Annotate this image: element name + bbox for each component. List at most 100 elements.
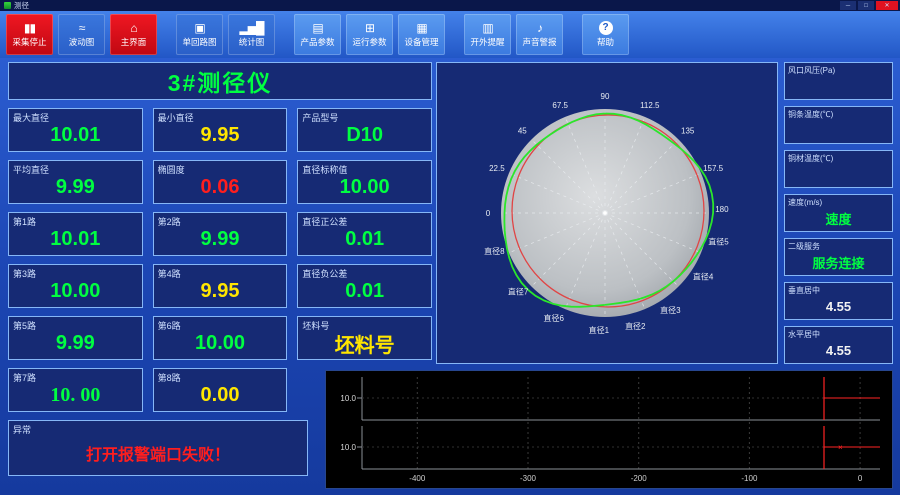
measurement-cell: 直径负公差 0.01: [297, 264, 432, 308]
sound-icon: ♪: [537, 21, 543, 35]
toolbar-run-button[interactable]: ⊞ 运行参数: [346, 14, 393, 55]
x-tick-label: -200: [631, 474, 648, 483]
polar-path-label: 直径2: [625, 321, 646, 331]
status-panel: 铜条温度(℃): [784, 106, 893, 144]
run-icon: ⊞: [364, 21, 375, 35]
cell-value: 9.99: [55, 175, 95, 198]
toolbar-button-label: 统计图: [238, 37, 265, 47]
measurement-cell: 第3路 10.00: [8, 264, 143, 308]
polar-path-label: 直径8: [484, 246, 505, 256]
trend-chart-panel: -400 -300 -200 -100 0 10.0 10.0 ×: [325, 370, 893, 489]
panel-value: [785, 73, 892, 99]
trend-background: [326, 371, 892, 488]
toolbar-home-button[interactable]: ⌂ 主界面: [110, 14, 157, 55]
toolbar-wave-button[interactable]: ≈ 波动图: [58, 14, 105, 55]
close-button[interactable]: ✕: [876, 1, 898, 10]
cell-value: D10: [346, 123, 384, 146]
trend-chart-svg: -400 -300 -200 -100 0 10.0 10.0 ×: [326, 371, 892, 488]
toolbar-button-label: 产品参数: [300, 37, 335, 47]
measurement-cell: 第8路 0.00: [152, 368, 288, 412]
toolbar-sound-button[interactable]: ♪ 声音警报: [516, 14, 563, 55]
toolbar-button-label: 设备管理: [404, 37, 439, 47]
polar-angle-label: 90: [601, 92, 610, 101]
toolbar-product-button[interactable]: ▤ 产品参数: [294, 14, 341, 55]
alarm-box: 异常 打开报警端口失败！: [8, 420, 308, 476]
measurement-cell: 直径标称值 10.00: [297, 160, 432, 204]
polar-chart-panel: 90 112.5 135 157.5 180 67.5 45 22.5 0 直径5 直径4 直径3 直径…: [436, 62, 778, 364]
x-tick-label: -300: [520, 474, 537, 483]
gauge-title: 3#测径仪: [8, 62, 432, 100]
status-panel: 二级服务 服务连接: [784, 238, 893, 276]
cell-value: 0.01: [345, 279, 385, 302]
measurement-cell: 第5路 9.99: [8, 316, 143, 360]
polar-path-label: 直径1: [589, 325, 610, 335]
measurement-cell: 坯料号 坯料号: [297, 316, 432, 360]
polar-path-label: 直径5: [708, 236, 729, 246]
toolbar-device-button[interactable]: ▦ 设备管理: [398, 14, 445, 55]
polar-angle-label: 157.5: [703, 164, 724, 173]
loop-icon: ▣: [194, 21, 205, 35]
polar-path-label: 直径7: [508, 286, 529, 296]
measurement-cell: 直径正公差 0.01: [297, 212, 432, 256]
x-tick-label: -400: [409, 474, 426, 483]
minimize-button[interactable]: ─: [840, 1, 856, 10]
panel-value: 服务连接: [812, 255, 865, 271]
measurement-cell: 最小直径 9.95: [152, 108, 288, 152]
app-icon: [4, 2, 11, 9]
polar-angle-label: 22.5: [489, 164, 505, 173]
measurement-cell: 第2路 9.99: [152, 212, 288, 256]
cell-value: 0.00: [200, 383, 240, 406]
status-panel: 垂直居中 4.55: [784, 282, 893, 320]
cell-value: 9.95: [200, 279, 240, 302]
polar-path-label: 直径3: [660, 305, 681, 315]
cell-value: 9.99: [55, 331, 95, 354]
toolbar-loop-button[interactable]: ▣ 单回路图: [176, 14, 223, 55]
toolbar-button-label: 运行参数: [352, 37, 387, 47]
toolbar-button-label: 主界面: [120, 37, 147, 47]
status-panel: 水平居中 4.55: [784, 326, 893, 364]
cell-value: 10.00: [50, 279, 101, 302]
center-dot: [603, 211, 607, 215]
titlebar: 测径 ─ □ ✕: [0, 0, 900, 11]
status-panel: 铜材温度(℃): [784, 150, 893, 188]
toolbar: ▮▮ 采集停止 ≈ 波动图 ⌂ 主界面 ▣ 单回路图 ▂▅█ 统计图 ▤ 产品参数 ⊞ 运行参数 ▦ 设备管理…: [0, 11, 900, 58]
measurement-cell: 第1路 10.01: [8, 212, 143, 256]
toolbar-button-label: 帮助: [596, 37, 614, 47]
polar-angle-label: 67.5: [552, 101, 568, 110]
panel-value: [785, 117, 892, 143]
stats-icon: ▂▅█: [239, 21, 265, 35]
cell-value: 10.01: [50, 227, 101, 250]
cell-value: 9.99: [200, 227, 240, 250]
polar-path-label: 直径4: [693, 272, 714, 282]
polar-angle-label: 135: [681, 126, 695, 135]
measurement-cell: 第7路 10. 00: [8, 368, 143, 412]
cell-value: 10.01: [50, 123, 101, 146]
toolbar-stats-button[interactable]: ▂▅█ 统计图: [228, 14, 275, 55]
polar-path-label: 直径6: [543, 313, 564, 323]
toolbar-alert-button[interactable]: ▥ 开外提醒: [464, 14, 511, 55]
cell-value: 10.00: [194, 331, 246, 354]
toolbar-stop-button[interactable]: ▮▮ 采集停止: [6, 14, 53, 55]
maximize-button[interactable]: □: [858, 1, 874, 10]
toolbar-button-label: 单回路图: [182, 37, 217, 47]
measurement-cell: 产品型号 D10: [297, 108, 432, 152]
polar-angle-label: 180: [715, 205, 729, 214]
cell-value: 0.01: [345, 227, 385, 250]
wave-icon: ≈: [78, 21, 86, 35]
alert-icon: ▥: [482, 21, 493, 35]
toolbar-button-label: 声音警报: [522, 37, 557, 47]
panel-value: 4.55: [825, 342, 852, 358]
polar-chart-svg: 90 112.5 135 157.5 180 67.5 45 22.5 0 直径5 直径4 直径3 直径…: [484, 92, 729, 335]
polar-angle-label: 45: [518, 126, 527, 135]
measurement-cell: 最大直径 10.01: [8, 108, 143, 152]
measurement-cell: 第4路 9.95: [152, 264, 288, 308]
alarm-message: 打开报警端口失败！: [85, 447, 230, 464]
measurement-cell: 第6路 10.00: [152, 316, 288, 360]
toolbar-help-button[interactable]: ? 帮助: [582, 14, 629, 55]
window-title: 测径: [14, 1, 29, 10]
y-tick-label: 10.0: [340, 443, 356, 452]
product-icon: ▤: [312, 21, 323, 35]
status-panel-column: 风口风压(Pa) 铜条温度(℃) 铜材温度(℃) 速度(m/s) 速度 二级服务 服务连接垂…: [784, 62, 893, 364]
stop-icon: ▮▮: [23, 21, 36, 35]
toolbar-button-label: 波动图: [68, 37, 95, 47]
